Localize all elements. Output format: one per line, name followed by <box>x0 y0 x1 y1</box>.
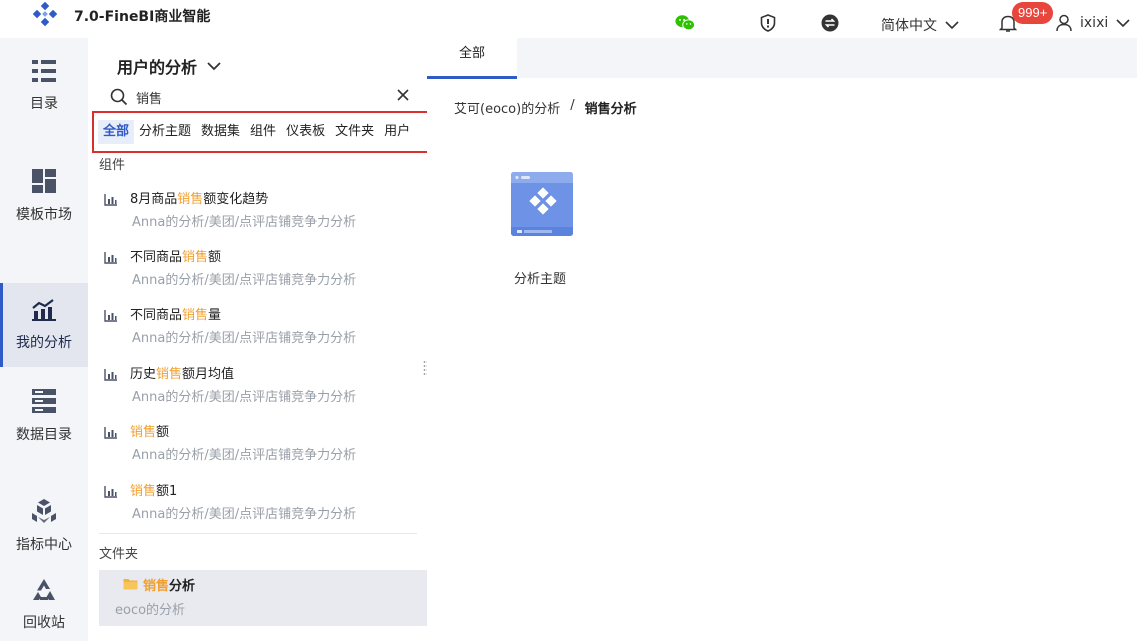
panel-title-label: 用户的分析 <box>117 58 198 77</box>
panel-title[interactable]: 用户的分析 <box>117 54 221 78</box>
folder-path: eoco的分析 <box>115 603 186 618</box>
chevron-down-icon <box>945 21 959 30</box>
result-path: Anna的分析/美团/点评店铺竞争力分析 <box>132 390 357 405</box>
nav-item-data-catalog[interactable]: 数据目录 <box>0 374 88 458</box>
finebi-logo-icon[interactable] <box>31 2 59 30</box>
result-title: 历史销售额月均值 <box>130 367 235 382</box>
folder-icon <box>123 579 138 590</box>
result-path: Anna的分析/美团/点评店铺竞争力分析 <box>132 331 357 346</box>
filter-tab-dataset[interactable]: 数据集 <box>196 120 245 144</box>
wechat-icon[interactable] <box>675 13 695 33</box>
filter-tab-analysis-subject[interactable]: 分析主题 <box>134 120 196 144</box>
chart-component-icon <box>104 369 117 381</box>
tab-bar: 全部 <box>427 38 1137 79</box>
my-analysis-icon <box>32 299 56 321</box>
language-label: 简体中文 <box>881 18 937 34</box>
result-path: Anna的分析/美团/点评店铺竞争力分析 <box>132 215 357 230</box>
chart-component-icon <box>104 310 117 322</box>
result-title: 销售额1 <box>130 484 178 499</box>
filter-tab-all[interactable]: 全部 <box>98 120 135 144</box>
result-item[interactable]: 销售额 Anna的分析/美团/点评店铺竞争力分析 <box>104 421 414 475</box>
nav-item-template-market[interactable]: 模板市场 <box>0 154 88 238</box>
result-title: 不同商品销售量 <box>130 308 222 323</box>
search-box <box>110 86 410 108</box>
analysis-subject-tile[interactable] <box>511 172 573 236</box>
nav-item-my-analysis[interactable]: 我的分析 <box>0 283 88 367</box>
breadcrumb-current: 销售分析 <box>584 102 637 117</box>
user-icon <box>1056 14 1072 32</box>
app-title: 7.0-FineBI商业智能 <box>74 9 211 25</box>
result-title: 8月商品销售额变化趋势 <box>130 192 269 207</box>
nav-label: 模板市场 <box>16 207 72 223</box>
filter-tab-folder[interactable]: 文件夹 <box>330 120 379 144</box>
shield-icon[interactable] <box>758 13 778 33</box>
close-icon[interactable] <box>396 88 410 102</box>
nav-label: 回收站 <box>23 615 65 631</box>
folders-section-label: 文件夹 <box>99 547 139 562</box>
folder-result-item[interactable]: 销售分析 eoco的分析 <box>99 570 427 626</box>
result-item[interactable]: 不同商品销售量 Anna的分析/美团/点评店铺竞争力分析 <box>104 304 414 358</box>
chart-component-icon <box>104 252 117 264</box>
chart-component-icon <box>104 427 117 439</box>
switch-icon[interactable] <box>820 13 840 33</box>
nav-item-catalog[interactable]: 目录 <box>0 44 88 128</box>
left-nav: 目录 模板市场 我的分析 数据目录 指标中心 回收站 <box>0 38 88 641</box>
result-path: Anna的分析/美团/点评店铺竞争力分析 <box>132 507 357 522</box>
breadcrumb-separator: / <box>570 98 575 113</box>
components-section-label: 组件 <box>99 158 126 173</box>
nav-item-recycle-bin[interactable]: 回收站 <box>0 563 88 641</box>
result-title: 不同商品销售额 <box>130 250 222 265</box>
breadcrumb: 艾可(eoco)的分析 / 销售分析 <box>454 98 637 117</box>
result-item[interactable]: 不同商品销售额 Anna的分析/美团/点评店铺竞争力分析 <box>104 246 414 300</box>
folder-title: 销售分析 <box>143 579 196 594</box>
nav-label: 目录 <box>30 96 58 112</box>
chevron-down-icon <box>207 62 221 71</box>
filter-tab-component[interactable]: 组件 <box>245 120 281 144</box>
nav-label: 指标中心 <box>16 537 72 553</box>
chart-component-icon <box>104 486 117 498</box>
username: ixixi <box>1080 15 1109 31</box>
filter-tabs: 全部 分析主题 数据集 组件 仪表板 文件夹 用户 <box>92 111 430 153</box>
tile-label[interactable]: 分析主题 <box>514 268 566 287</box>
top-bar: 7.0-FineBI商业智能 简体中文 999+ ixixi <box>0 0 1137 38</box>
tab-all[interactable]: 全部 <box>427 38 517 79</box>
result-path: Anna的分析/美团/点评店铺竞争力分析 <box>132 273 357 288</box>
result-item[interactable]: 销售额1 Anna的分析/美团/点评店铺竞争力分析 <box>104 480 414 534</box>
nav-label: 数据目录 <box>16 427 72 443</box>
data-catalog-icon <box>32 389 56 413</box>
template-market-icon <box>32 169 56 193</box>
notification-badge: 999+ <box>1012 2 1054 24</box>
main-content: 全部 艾可(eoco)的分析 / 销售分析 分析主题 <box>427 38 1137 641</box>
metrics-center-icon <box>32 499 56 523</box>
chart-component-icon <box>104 194 117 206</box>
search-icon <box>110 88 128 106</box>
nav-item-metrics-center[interactable]: 指标中心 <box>0 484 88 568</box>
filter-tab-user[interactable]: 用户 <box>379 120 415 144</box>
language-selector[interactable]: 简体中文 <box>881 15 959 35</box>
chevron-down-icon <box>1116 19 1130 28</box>
nav-label: 我的分析 <box>16 335 72 351</box>
search-panel: 用户的分析 全部 分析主题 数据集 组件 仪表板 文件夹 用户 组件 8月商品销… <box>88 38 430 641</box>
analysis-subject-icon <box>511 172 573 236</box>
breadcrumb-parent[interactable]: 艾可(eoco)的分析 <box>454 98 560 117</box>
user-menu[interactable]: ixixi <box>1056 14 1130 32</box>
recycle-bin-icon <box>33 579 55 600</box>
result-path: Anna的分析/美团/点评店铺竞争力分析 <box>132 448 357 463</box>
result-item[interactable]: 8月商品销售额变化趋势 Anna的分析/美团/点评店铺竞争力分析 <box>104 188 414 242</box>
filter-tab-dashboard[interactable]: 仪表板 <box>281 120 330 144</box>
section-divider <box>99 533 417 534</box>
result-title: 销售额 <box>130 425 170 440</box>
search-input[interactable] <box>136 86 386 108</box>
result-item[interactable]: 历史销售额月均值 Anna的分析/美团/点评店铺竞争力分析 <box>104 363 414 417</box>
catalog-icon <box>32 60 56 82</box>
